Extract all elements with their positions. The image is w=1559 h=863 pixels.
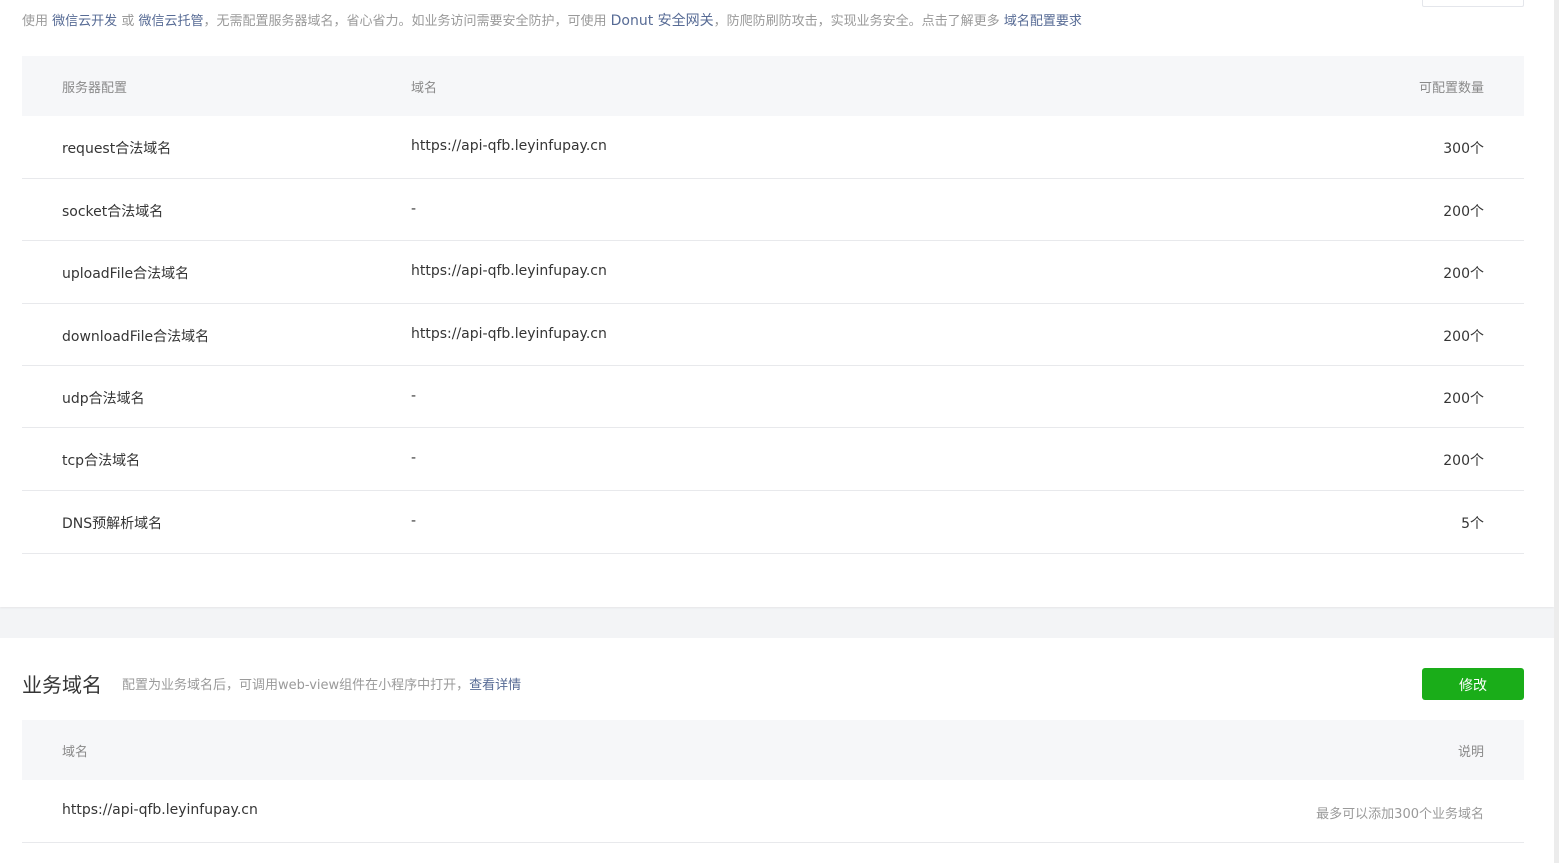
top-action-button-partial[interactable]	[1422, 0, 1524, 7]
cloud-host-link[interactable]: 微信云托管	[138, 14, 203, 29]
table-row: DNS预解析域名 - 5个	[22, 491, 1524, 554]
notice-or: 或	[121, 14, 135, 29]
row-domain: -	[411, 513, 417, 529]
row-config: socket合法域名	[62, 204, 164, 220]
row-domain: https://api-qfb.leyinfupay.cn	[411, 138, 607, 154]
header-domain: 域名	[411, 81, 438, 96]
row-note: 最多可以添加300个业务域名	[1316, 807, 1484, 822]
business-domain-title: 业务域名	[22, 673, 102, 697]
row-count: 200个	[1443, 329, 1484, 345]
row-count: 200个	[1443, 453, 1484, 469]
row-domain: -	[411, 201, 417, 217]
row-domain: -	[411, 450, 417, 466]
table-header: 服务器配置 域名 可配置数量	[22, 56, 1524, 116]
header-domain: 域名	[62, 745, 89, 760]
view-details-link[interactable]: 查看详情	[469, 678, 521, 693]
header-server-config: 服务器配置	[62, 81, 128, 96]
table-row: socket合法域名 - 200个	[22, 179, 1524, 241]
notice-mid: ，无需配置服务器域名，省心省力。如业务访问需要安全防护，可使用	[203, 14, 607, 29]
donut-gateway-link[interactable]: Donut 安全网关	[611, 13, 714, 29]
row-domain: https://api-qfb.leyinfupay.cn	[411, 263, 607, 279]
row-count: 300个	[1443, 141, 1484, 157]
table-row: request合法域名 https://api-qfb.leyinfupay.c…	[22, 116, 1524, 179]
scrollbar-gutter	[1554, 0, 1559, 863]
row-domain: -	[411, 388, 417, 404]
row-domain: https://api-qfb.leyinfupay.cn	[62, 802, 258, 818]
domain-requirements-link[interactable]: 域名配置要求	[1004, 14, 1082, 29]
row-config: udp合法域名	[62, 391, 145, 407]
table-row: https://api-qfb.leyinfupay.cn 最多可以添加300个…	[22, 780, 1524, 843]
row-config: DNS预解析域名	[62, 516, 163, 532]
row-count: 200个	[1443, 204, 1484, 220]
row-config: uploadFile合法域名	[62, 266, 190, 282]
modify-button[interactable]: 修改	[1422, 668, 1524, 700]
table-row: uploadFile合法域名 https://api-qfb.leyinfupa…	[22, 241, 1524, 304]
table-row: downloadFile合法域名 https://api-qfb.leyinfu…	[22, 304, 1524, 366]
header-note: 说明	[1457, 745, 1484, 760]
table-header: 域名 说明	[22, 720, 1524, 780]
table-row: tcp合法域名 - 200个	[22, 428, 1524, 491]
row-config: request合法域名	[62, 141, 172, 157]
description-text: 配置为业务域名后，可调用web-view组件在小程序中打开，	[122, 678, 470, 693]
row-count: 200个	[1443, 391, 1484, 407]
notice-prefix: 使用	[22, 14, 49, 29]
row-config: tcp合法域名	[62, 453, 141, 469]
cloud-dev-link[interactable]: 微信云开发	[52, 14, 117, 29]
row-count: 200个	[1443, 266, 1484, 282]
business-domain-description: 配置为业务域名后，可调用web-view组件在小程序中打开，查看详情	[122, 676, 521, 696]
server-domain-notice: 使用 微信云开发 或 微信云托管，无需配置服务器域名，省心省力。如业务访问需要安…	[22, 11, 1082, 31]
row-count: 5个	[1461, 516, 1484, 532]
row-config: downloadFile合法域名	[62, 329, 210, 345]
header-count: 可配置数量	[1418, 81, 1484, 96]
table-row: udp合法域名 - 200个	[22, 366, 1524, 428]
row-domain: https://api-qfb.leyinfupay.cn	[411, 326, 607, 342]
notice-suffix: ，防爬防刷防攻击，实现业务安全。点击了解更多	[713, 14, 1000, 29]
server-domain-panel: 使用 微信云开发 或 微信云托管，无需配置服务器域名，省心省力。如业务访问需要安…	[0, 0, 1554, 607]
